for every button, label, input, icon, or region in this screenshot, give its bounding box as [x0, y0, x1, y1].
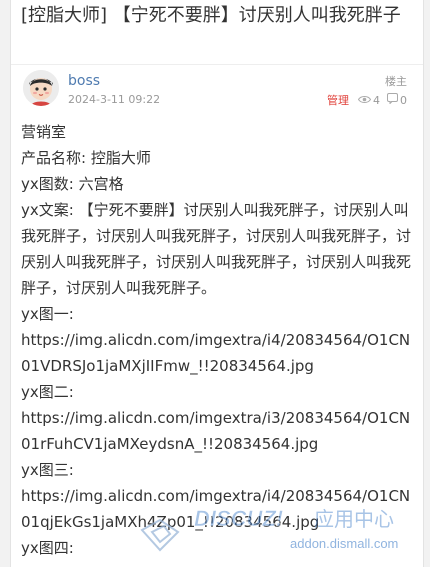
- post-time: 2024-3-11 09:22: [68, 93, 161, 106]
- content-line: yx图四:: [21, 539, 74, 557]
- manage-link[interactable]: 管理: [327, 92, 349, 108]
- title-divider: [11, 64, 423, 65]
- content-line: 营销室: [21, 123, 67, 141]
- cartoon-avatar-icon: [23, 70, 59, 106]
- content-line: 产品名称: 控脂大师: [21, 149, 151, 167]
- view-count: 4: [373, 93, 380, 107]
- author-avatar[interactable]: [23, 70, 59, 106]
- comment-icon[interactable]: [387, 93, 398, 107]
- image-link[interactable]: https://img.alicdn.com/imgextra/i4/20834…: [21, 483, 413, 535]
- eye-icon: [357, 94, 372, 107]
- post-content: 营销室 产品名称: 控脂大师 yx图数: 六宫格 yx文案: 【宁死不要胖】讨厌…: [21, 119, 413, 561]
- floor-label: 楼主: [385, 75, 407, 88]
- content-line: yx图二:: [21, 383, 74, 401]
- content-line: yx文案: 【宁死不要胖】讨厌别人叫我死胖子，讨厌别人叫我死胖子，讨厌别人叫我死…: [21, 201, 412, 297]
- image-link[interactable]: https://img.alicdn.com/imgextra/i4/20834…: [21, 327, 413, 379]
- author-name[interactable]: boss: [68, 72, 100, 90]
- content-line: yx图一:: [21, 305, 74, 323]
- thread-title: [控脂大师] 【宁死不要胖】讨厌别人叫我死胖子: [21, 5, 401, 26]
- content-line: yx图三:: [21, 461, 74, 479]
- image-link[interactable]: https://img.alicdn.com/imgextra/i3/20834…: [21, 405, 413, 457]
- reply-count: 0: [400, 93, 407, 107]
- post-meta: 管理 4 0: [327, 93, 407, 107]
- thread-page: [控脂大师] 【宁死不要胖】讨厌别人叫我死胖子 boss 2024-3-11 0…: [10, 0, 424, 567]
- content-line: yx图数: 六宫格: [21, 175, 124, 193]
